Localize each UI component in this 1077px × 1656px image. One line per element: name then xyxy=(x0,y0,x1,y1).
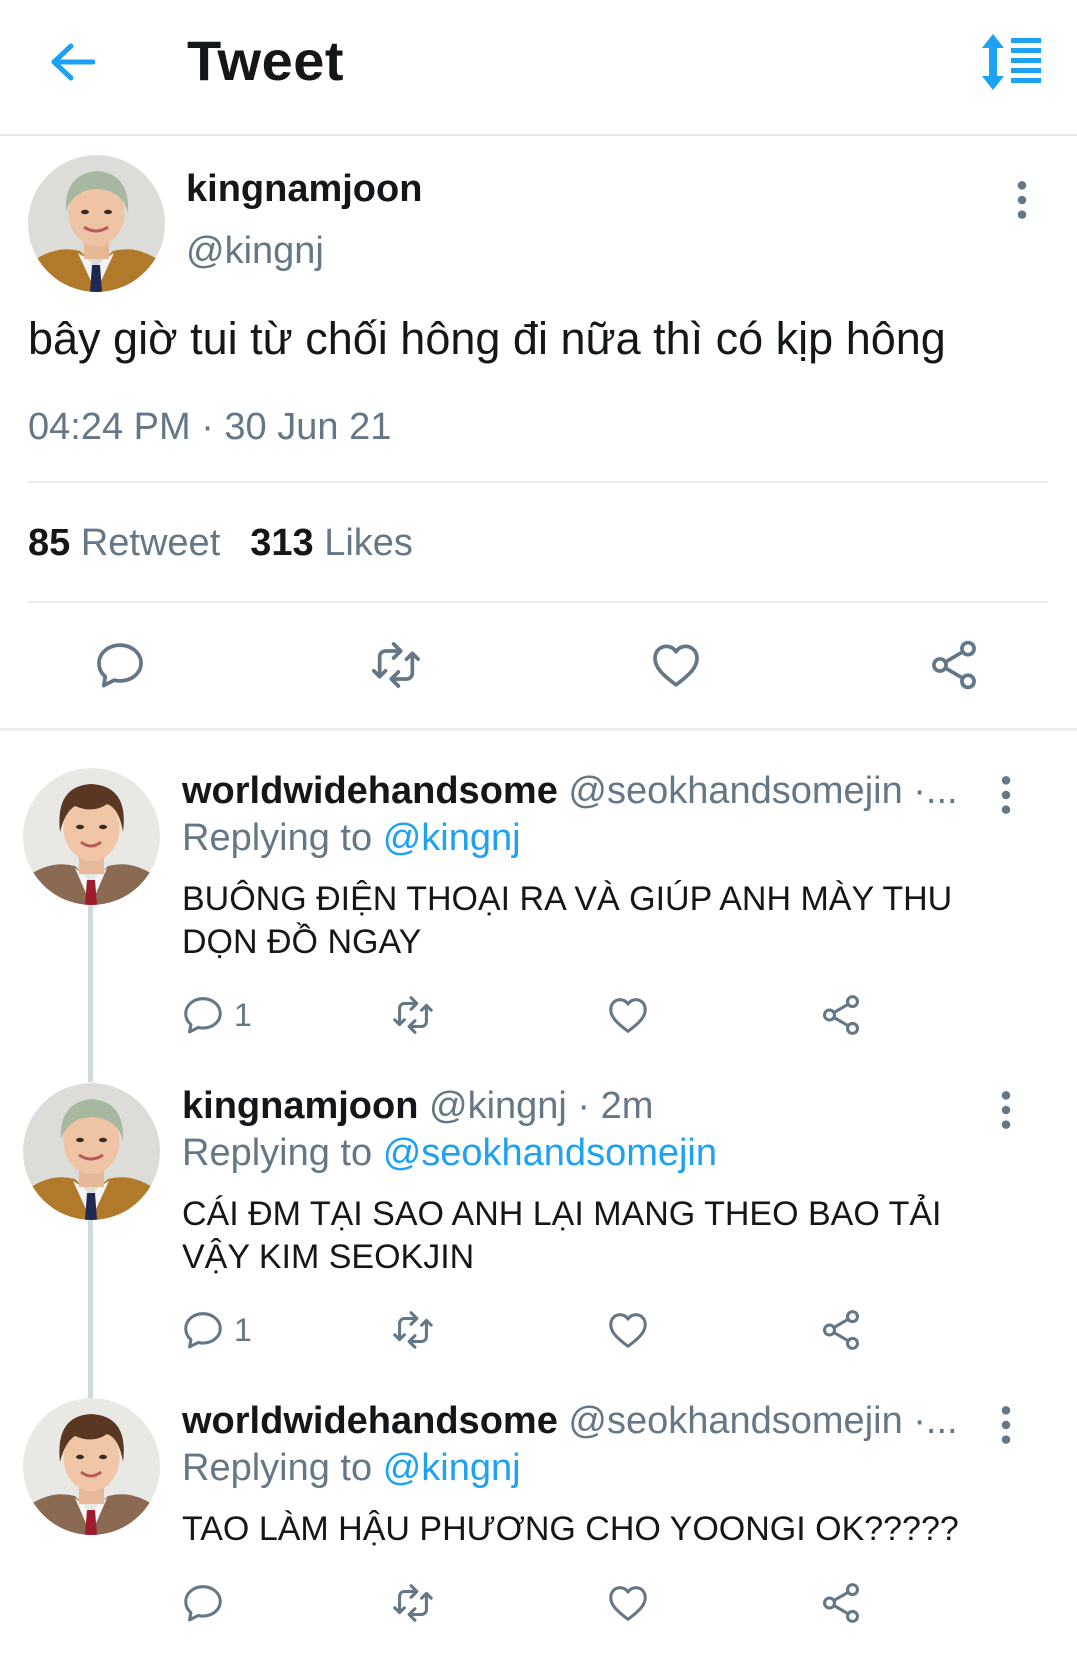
replying-to-label: Replying to xyxy=(182,817,373,859)
sort-icon[interactable] xyxy=(978,32,1050,92)
reply-text: BUÔNG ĐIỆN THOẠI RA VÀ GIÚP ANH MÀY THU … xyxy=(182,880,953,961)
retweet-count: 85 xyxy=(28,522,71,564)
reply-meta: @seokhandsomejin ·... xyxy=(568,770,958,812)
reply-text: CÁI ĐM TẠI SAO ANH LẠI MANG THEO BAO TẢI… xyxy=(182,1195,942,1276)
thread-line xyxy=(88,1220,93,1398)
section-divider xyxy=(0,728,1077,731)
like-icon xyxy=(605,992,651,1038)
retweet-icon xyxy=(368,637,424,693)
like-button[interactable] xyxy=(605,1578,651,1628)
retweet-button[interactable] xyxy=(390,1305,436,1355)
reply-button[interactable] xyxy=(180,1578,226,1628)
share-button[interactable] xyxy=(922,633,986,697)
share-icon xyxy=(818,1307,864,1353)
likes-count: 313 xyxy=(250,522,314,564)
avatar[interactable] xyxy=(23,768,160,905)
display-name[interactable]: worldwidehandsome xyxy=(182,1400,558,1442)
retweet-label[interactable]: Retweet xyxy=(81,522,220,564)
mention-link[interactable]: @kingnj xyxy=(383,1447,521,1489)
reply-button[interactable]: 1 xyxy=(180,1305,252,1355)
share-icon xyxy=(818,1580,864,1626)
like-icon xyxy=(648,637,704,693)
page-title: Tweet xyxy=(187,29,345,92)
more-vertical-icon[interactable] xyxy=(1002,180,1042,224)
more-vertical-icon[interactable] xyxy=(988,1090,1024,1134)
share-button[interactable] xyxy=(818,1305,864,1355)
reply-icon xyxy=(180,992,226,1038)
reply-count: 1 xyxy=(234,1311,252,1348)
reply-button[interactable]: 1 xyxy=(180,990,252,1040)
like-icon xyxy=(605,1307,651,1353)
reply-icon xyxy=(180,1580,226,1626)
retweet-icon xyxy=(390,1307,436,1353)
share-icon xyxy=(926,637,982,693)
avatar[interactable] xyxy=(23,1083,160,1220)
thread-line xyxy=(88,900,93,1082)
replying-to: Replying to @kingnj xyxy=(182,817,521,860)
like-button[interactable] xyxy=(644,633,708,697)
divider xyxy=(28,601,1048,603)
user-handle[interactable]: @kingnj xyxy=(186,230,324,273)
reply-header: kingnamjoon @kingnj · 2m xyxy=(182,1085,972,1128)
retweet-button[interactable] xyxy=(390,1578,436,1628)
reply-count: 1 xyxy=(234,996,252,1033)
share-icon xyxy=(818,992,864,1038)
reply-icon xyxy=(92,637,148,693)
tweet-timestamp: 04:24 PM · 30 Jun 21 xyxy=(28,406,392,448)
display-name[interactable]: worldwidehandsome xyxy=(182,770,558,812)
like-button[interactable] xyxy=(605,1305,651,1355)
replying-to-label: Replying to xyxy=(182,1447,373,1489)
share-button[interactable] xyxy=(818,990,864,1040)
display-name[interactable]: kingnamjoon xyxy=(182,1085,418,1127)
likes-label[interactable]: Likes xyxy=(324,522,413,564)
avatar[interactable] xyxy=(23,1398,160,1535)
top-bar: Tweet xyxy=(0,0,1077,136)
reply-button[interactable] xyxy=(88,633,152,697)
reply-header: worldwidehandsome @seokhandsomejin ·... xyxy=(182,1400,972,1443)
share-button[interactable] xyxy=(818,1578,864,1628)
more-vertical-icon[interactable] xyxy=(988,775,1024,819)
tweet-stats: 85 Retweet 313 Likes xyxy=(28,522,413,565)
retweet-icon xyxy=(390,992,436,1038)
replying-to: Replying to @kingnj xyxy=(182,1447,521,1490)
reply-text: TAO LÀM HẬU PHƯƠNG CHO YOONGI OK????? xyxy=(182,1510,959,1548)
avatar[interactable] xyxy=(28,155,165,292)
like-icon xyxy=(605,1580,651,1626)
retweet-button[interactable] xyxy=(364,633,428,697)
replying-to: Replying to @seokhandsomejin xyxy=(182,1132,717,1175)
tweet-text: bây giờ tui từ chối hông đi nữa thì có k… xyxy=(28,313,946,364)
reply-meta: @kingnj · 2m xyxy=(429,1085,654,1127)
replying-to-label: Replying to xyxy=(182,1132,373,1174)
reply-icon xyxy=(180,1307,226,1353)
mention-link[interactable]: @seokhandsomejin xyxy=(383,1132,717,1174)
mention-link[interactable]: @kingnj xyxy=(383,817,521,859)
retweet-icon xyxy=(390,1580,436,1626)
display-name[interactable]: kingnamjoon xyxy=(186,168,422,211)
more-vertical-icon[interactable] xyxy=(988,1405,1024,1449)
reply-meta: @seokhandsomejin ·... xyxy=(568,1400,958,1442)
back-arrow-icon[interactable] xyxy=(42,34,102,90)
like-button[interactable] xyxy=(605,990,651,1040)
reply-header: worldwidehandsome @seokhandsomejin ·... xyxy=(182,770,972,813)
retweet-button[interactable] xyxy=(390,990,436,1040)
divider xyxy=(28,481,1048,483)
